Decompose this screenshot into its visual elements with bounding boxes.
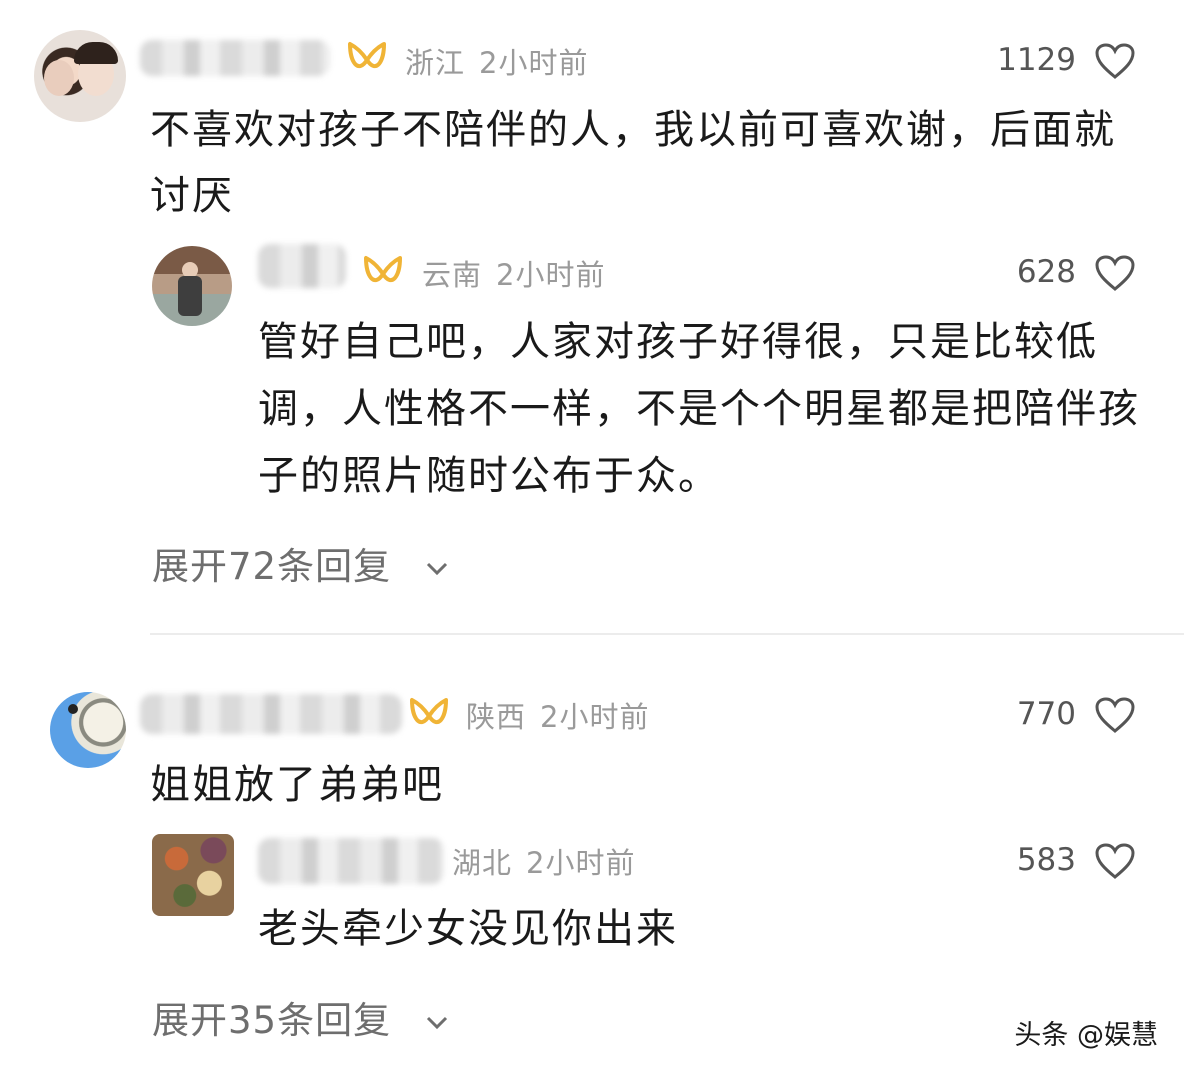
username-blurred[interactable] <box>140 694 402 734</box>
location: 陕西 <box>466 700 527 734</box>
comment-meta: 陕西 2小时前 <box>466 694 663 736</box>
expand-replies-button[interactable]: 展开35条回复 <box>152 990 452 1044</box>
username-blurred[interactable] <box>258 838 444 884</box>
reply-meta: 云南 2小时前 <box>422 252 619 294</box>
timestamp: 2小时前 <box>526 846 636 880</box>
reply-text: 老头牵少女没见你出来 <box>258 906 678 952</box>
expand-label: 展开35条回复 <box>152 999 392 1042</box>
comment-text: 姐姐放了弟弟吧 <box>150 762 444 808</box>
reply-text: 管好自己吧，人家对孩子好得很，只是比较低调，人性格不一样，不是个个明星都是把陪伴… <box>258 319 1140 499</box>
reply-meta: 湖北 2小时前 <box>452 840 649 882</box>
location: 浙江 <box>405 46 466 80</box>
location: 云南 <box>422 258 483 292</box>
heart-outline-icon[interactable] <box>1094 696 1136 734</box>
location: 湖北 <box>452 846 513 880</box>
avatar[interactable] <box>152 246 232 326</box>
like-count: 1129 <box>997 42 1076 78</box>
avatar[interactable] <box>34 30 126 122</box>
vip-badge-icon <box>348 42 386 68</box>
chevron-down-icon <box>426 1016 447 1029</box>
heart-outline-icon[interactable] <box>1094 254 1136 292</box>
watermark: 头条 @娱慧 <box>1014 1020 1158 1051</box>
avatar[interactable] <box>152 834 234 916</box>
avatar[interactable] <box>46 686 130 770</box>
vip-badge-icon <box>364 256 402 282</box>
vip-badge-icon <box>410 698 448 724</box>
like-count: 628 <box>1016 254 1076 290</box>
heart-outline-icon[interactable] <box>1094 842 1136 880</box>
comment-meta: 浙江 2小时前 <box>405 40 602 82</box>
expand-replies-button[interactable]: 展开72条回复 <box>152 536 452 590</box>
timestamp: 2小时前 <box>479 46 589 80</box>
like-count: 583 <box>1016 842 1076 878</box>
timestamp: 2小时前 <box>496 258 606 292</box>
comment-divider <box>150 633 1184 635</box>
expand-label: 展开72条回复 <box>152 545 392 588</box>
chevron-down-icon <box>426 562 447 575</box>
like-count: 770 <box>1016 696 1076 732</box>
timestamp: 2小时前 <box>540 700 650 734</box>
heart-outline-icon[interactable] <box>1094 42 1136 80</box>
comment-text: 不喜欢对孩子不陪伴的人，我以前可喜欢谢，后面就讨厌 <box>150 107 1116 219</box>
username-blurred[interactable] <box>140 40 330 76</box>
username-blurred[interactable] <box>258 244 346 288</box>
